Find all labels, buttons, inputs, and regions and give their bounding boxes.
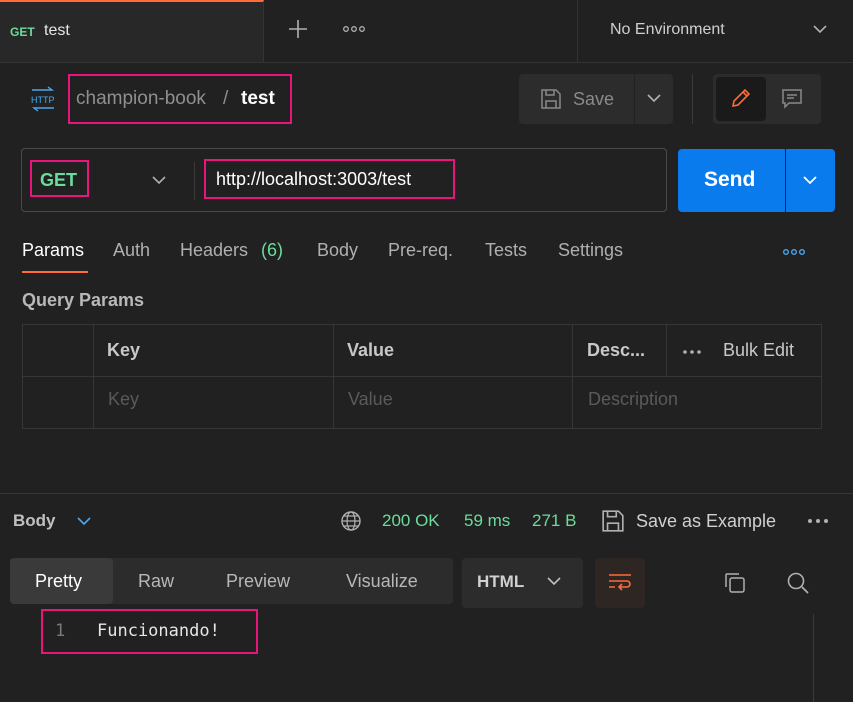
save-as-example-button[interactable]: Save as Example — [636, 511, 776, 532]
chevron-down-icon[interactable] — [152, 175, 166, 185]
environment-selector[interactable]: No Environment — [610, 21, 725, 39]
line-number: 1 — [55, 621, 66, 641]
http-icon: HTTP — [28, 86, 58, 112]
tab-body[interactable]: Body — [317, 240, 358, 261]
save-icon — [540, 88, 562, 110]
tab-title: test — [44, 22, 70, 39]
response-divider — [0, 493, 853, 494]
tab-pretty[interactable]: Pretty — [35, 571, 82, 592]
value-input[interactable]: Value — [348, 389, 393, 410]
save-icon — [601, 509, 625, 533]
response-size[interactable]: 271 B — [532, 511, 576, 531]
description-input[interactable]: Description — [588, 389, 678, 410]
tab-method-label: GET — [10, 25, 35, 39]
tab-pre-request[interactable]: Pre-req. — [388, 240, 453, 261]
divider — [194, 162, 195, 200]
breadcrumb-collection[interactable]: champion-book — [76, 88, 206, 110]
breadcrumb-request-name[interactable]: test — [241, 88, 275, 110]
search-icon[interactable] — [786, 571, 810, 595]
key-input[interactable]: Key — [108, 389, 139, 410]
table-column-divider — [666, 324, 667, 376]
tab-visualize[interactable]: Visualize — [346, 571, 418, 592]
more-icon[interactable] — [807, 517, 829, 525]
method-select[interactable]: GET — [40, 170, 77, 191]
tab-raw[interactable]: Raw — [138, 571, 174, 592]
chevron-down-icon — [802, 174, 818, 186]
response-body-selector[interactable]: Body — [13, 511, 56, 531]
scrollbar[interactable] — [813, 614, 814, 702]
query-params-title: Query Params — [22, 290, 145, 310]
response-status[interactable]: 200 OK — [382, 511, 440, 531]
svg-text:HTTP: HTTP — [31, 95, 55, 105]
format-select-value: HTML — [477, 572, 525, 591]
tab-settings[interactable]: Settings — [558, 240, 623, 261]
send-button-label: Send — [704, 168, 756, 191]
table-column-divider — [572, 324, 573, 429]
tab-auth[interactable]: Auth — [113, 240, 150, 261]
divider — [577, 0, 578, 62]
column-header-value: Value — [347, 340, 395, 360]
chevron-down-icon[interactable] — [813, 24, 827, 34]
globe-icon[interactable] — [340, 510, 362, 532]
headers-count-badge: (6) — [261, 240, 283, 260]
table-column-divider — [333, 324, 334, 429]
more-icon[interactable] — [782, 247, 806, 257]
more-icon[interactable] — [682, 348, 702, 356]
copy-icon[interactable] — [723, 571, 747, 595]
request-tab-active[interactable] — [0, 0, 264, 62]
more-icon[interactable] — [342, 24, 366, 34]
response-time[interactable]: 59 ms — [464, 511, 510, 531]
table-column-divider — [93, 324, 94, 429]
comment-icon[interactable] — [781, 87, 803, 109]
tab-headers[interactable]: Headers — [180, 240, 248, 261]
active-tab-indicator — [22, 271, 88, 273]
column-header-key: Key — [107, 340, 141, 360]
table-row-divider — [22, 376, 822, 377]
column-header-description: Desc... — [587, 340, 646, 360]
chevron-down-icon — [647, 93, 661, 103]
tab-tests[interactable]: Tests — [485, 240, 527, 261]
save-button-label: Save — [573, 89, 615, 109]
pencil-icon — [730, 87, 752, 109]
bulk-edit-button[interactable]: Bulk Edit — [723, 340, 794, 361]
url-input[interactable]: http://localhost:3003/test — [216, 169, 411, 190]
breadcrumb-separator: / — [223, 88, 229, 109]
plus-icon[interactable] — [287, 18, 309, 40]
divider — [692, 74, 693, 124]
chevron-down-icon[interactable] — [76, 515, 92, 527]
wrap-icon — [607, 571, 633, 593]
tab-params[interactable]: Params — [22, 240, 84, 261]
response-body-line: Funcionando! — [97, 621, 220, 641]
tab-preview[interactable]: Preview — [226, 571, 290, 592]
chevron-down-icon — [547, 576, 561, 586]
